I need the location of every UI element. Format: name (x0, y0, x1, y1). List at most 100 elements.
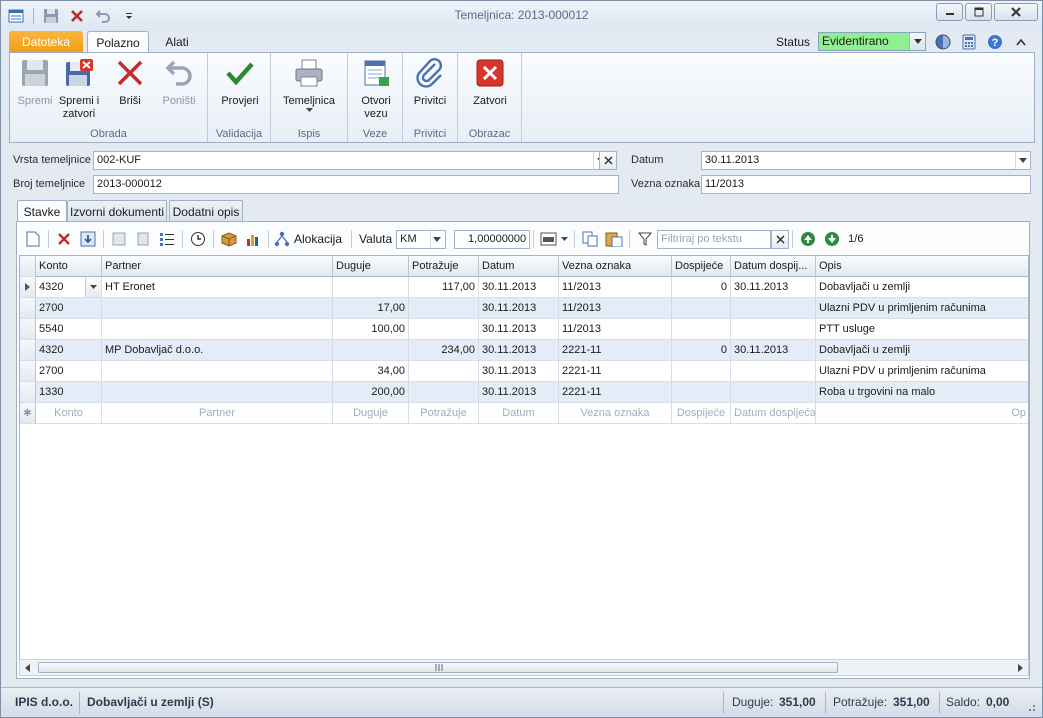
table-row[interactable]: 4320 MP Dobavljač d.o.o. 234,00 30.11.2013 2… (20, 340, 1028, 361)
clear-vrsta-button[interactable] (599, 151, 617, 170)
cell-konto[interactable]: 4320 (36, 340, 102, 361)
brisi-button[interactable]: Briši (114, 57, 146, 108)
minimize-button[interactable] (936, 3, 963, 21)
row-indicator[interactable] (20, 340, 36, 361)
cell-partner[interactable] (102, 319, 333, 340)
paste-row-icon[interactable] (131, 228, 155, 250)
spremi-zatvori-button[interactable]: Spremi i zatvori (58, 57, 100, 121)
cell-opis[interactable]: Ulazni PDV u primljenim računima (816, 298, 1028, 319)
new-row-opis-placeholder[interactable]: Op (816, 403, 1028, 424)
close-window-button[interactable] (994, 3, 1038, 21)
tab-izvorni-dokumenti[interactable]: Izvorni dokumenti (67, 200, 167, 222)
package-icon[interactable] (217, 228, 241, 250)
table-row[interactable]: 2700 17,00 30.11.2013 11/2013 Ulazni PDV u p… (20, 298, 1028, 319)
cell-potrazuje[interactable] (409, 319, 479, 340)
chart-icon[interactable] (241, 228, 265, 250)
cell-datum[interactable]: 30.11.2013 (479, 298, 559, 319)
column-header-datum[interactable]: Datum (479, 256, 559, 277)
table-row[interactable]: 4320 HT Eronet 117,00 30.11.2013 11/2013 0 30.… (20, 277, 1028, 298)
column-header-potrazuje[interactable]: Potražuje (409, 256, 479, 277)
scrollbar-thumb[interactable] (38, 662, 838, 673)
copy-icon[interactable] (578, 228, 602, 250)
tab-stavke[interactable]: Stavke (17, 200, 67, 223)
cell-opis[interactable]: Ulazni PDV u primljenim računima (816, 361, 1028, 382)
cell-opis[interactable]: Dobavljači u zemlji (816, 277, 1028, 298)
paste-icon[interactable] (602, 228, 626, 250)
filter-input[interactable]: Filtriraj po tekstu (657, 229, 772, 249)
new-row-icon[interactable] (21, 228, 45, 250)
cell-vezna-oznaka[interactable]: 2221-11 (559, 340, 672, 361)
cell-konto[interactable]: 1330 (36, 382, 102, 403)
table-row[interactable]: 5540 100,00 30.11.2013 11/2013 PTT usluge (20, 319, 1028, 340)
cell-partner[interactable] (102, 298, 333, 319)
cell-opis[interactable]: PTT usluge (816, 319, 1028, 340)
cell-partner[interactable]: HT Eronet (102, 277, 333, 298)
table-row[interactable]: 2700 34,00 30.11.2013 2221-11 Ulazni PDV u p… (20, 361, 1028, 382)
cell-datum[interactable]: 30.11.2013 (479, 319, 559, 340)
next-record-icon[interactable] (820, 228, 844, 250)
new-row-konto-placeholder[interactable]: Konto (36, 403, 102, 424)
new-row-vezna-oznaka-placeholder[interactable]: Vezna oznaka (559, 403, 672, 424)
scroll-right-icon[interactable] (1016, 664, 1024, 672)
cell-datum-dospijeca[interactable] (731, 319, 816, 340)
valuta-select[interactable]: KM (396, 229, 447, 249)
previous-record-icon[interactable] (796, 228, 820, 250)
otvori-vezu-button[interactable]: Otvori vezu (356, 57, 396, 121)
zatvori-button[interactable]: Zatvori (470, 57, 510, 108)
column-header-duguje[interactable]: Duguje (333, 256, 409, 277)
chevron-down-icon[interactable] (85, 277, 101, 297)
cell-datum[interactable]: 30.11.2013 (479, 361, 559, 382)
tab-dodatni-opis[interactable]: Dodatni opis (169, 200, 243, 222)
vrsta-temeljnice-select[interactable]: 002-KUF (93, 151, 609, 170)
row-indicator[interactable] (20, 298, 36, 319)
row-indicator[interactable] (20, 319, 36, 340)
cell-datum[interactable]: 30.11.2013 (479, 340, 559, 361)
cell-datum-dospijeca[interactable] (731, 382, 816, 403)
tab-datoteka[interactable]: Datoteka (9, 31, 83, 53)
cell-konto[interactable]: 5540 (36, 319, 102, 340)
clear-filter-button[interactable] (771, 229, 790, 249)
cell-konto[interactable]: 2700 (36, 361, 102, 382)
new-row-dospijece-placeholder[interactable]: Dospijeće (672, 403, 731, 424)
cell-datum-dospijeca[interactable]: 30.11.2013 (731, 277, 816, 298)
new-row[interactable]: ✱ Konto Partner Duguje Potražuje Datum Vezna o… (20, 403, 1028, 424)
new-row-datum-placeholder[interactable]: Datum (479, 403, 559, 424)
cell-datum-dospijeca[interactable]: 30.11.2013 (731, 340, 816, 361)
temeljnica-print-button[interactable]: Temeljnica (281, 57, 337, 112)
table-row[interactable]: 1330 200,00 30.11.2013 2221-11 Roba u trgovi… (20, 382, 1028, 403)
stavke-grid[interactable]: Konto Partner Duguje Potražuje Datum Vez… (19, 255, 1029, 660)
tab-polazno[interactable]: Polazno (87, 31, 149, 53)
new-row-datum-dospijeca-placeholder[interactable]: Datum dospijeća (731, 403, 816, 424)
column-header-partner[interactable]: Partner (102, 256, 333, 277)
cell-partner[interactable] (102, 361, 333, 382)
datum-input[interactable]: 30.11.2013 (701, 151, 1031, 170)
spremi-button[interactable]: Spremi (16, 57, 54, 108)
collapse-ribbon-icon[interactable] (1012, 33, 1030, 51)
cell-dospijece[interactable]: 0 (672, 340, 731, 361)
cell-vezna-oznaka[interactable]: 11/2013 (559, 319, 672, 340)
ponisti-button[interactable]: Poništi (158, 57, 200, 108)
cell-partner[interactable] (102, 382, 333, 403)
column-header-datum-dospijeca[interactable]: Datum dospij... (731, 256, 816, 277)
column-header-dospijece[interactable]: Dospijeće (672, 256, 731, 277)
cell-vezna-oznaka[interactable]: 11/2013 (559, 298, 672, 319)
help-icon[interactable]: ? (986, 33, 1004, 51)
column-header-opis[interactable]: Opis (816, 256, 1028, 277)
horizontal-scrollbar[interactable] (19, 659, 1029, 676)
cell-vezna-oznaka[interactable]: 2221-11 (559, 382, 672, 403)
cell-konto[interactable]: 4320 (36, 277, 102, 298)
cell-datum[interactable]: 30.11.2013 (479, 277, 559, 298)
cell-potrazuje[interactable] (409, 361, 479, 382)
delete-row-icon[interactable] (52, 228, 76, 250)
status-select[interactable]: Evidentirano (818, 32, 926, 51)
cell-dospijece[interactable] (672, 361, 731, 382)
cell-vezna-oznaka[interactable]: 2221-11 (559, 361, 672, 382)
new-row-duguje-placeholder[interactable]: Duguje (333, 403, 409, 424)
cell-opis[interactable]: Dobavljači u zemlji (816, 340, 1028, 361)
maximize-button[interactable] (965, 3, 992, 21)
cell-duguje[interactable]: 100,00 (333, 319, 409, 340)
cell-dospijece[interactable]: 0 (672, 277, 731, 298)
cell-potrazuje[interactable] (409, 382, 479, 403)
clock-icon[interactable] (186, 228, 210, 250)
filter-icon[interactable] (633, 228, 657, 250)
